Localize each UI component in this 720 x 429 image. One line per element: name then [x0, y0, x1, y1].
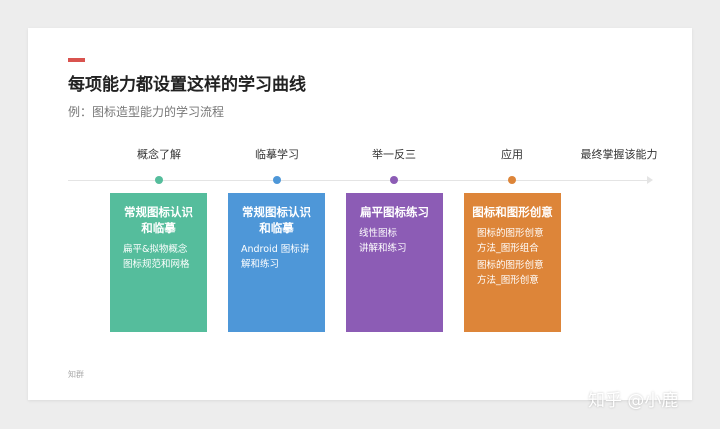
- timeline-dot-2: [273, 176, 281, 184]
- footer-brand: 知群: [68, 370, 84, 379]
- card-item: 讲解和练习: [359, 243, 407, 254]
- card-title: 图标和图形创意: [472, 205, 553, 219]
- stage-label-extend: 举一反三: [372, 148, 416, 161]
- card-title: 常规图标认识: [124, 205, 193, 219]
- card-item: 图标规范和网格: [123, 259, 190, 270]
- card-item: 图标的图形创意: [477, 260, 544, 271]
- card-title: 和临摹: [259, 221, 294, 235]
- title-accent-bar: [68, 58, 85, 62]
- card-title: 常规图标认识: [242, 205, 311, 219]
- page-title: 每项能力都设置这样的学习曲线: [68, 75, 306, 95]
- stage-label-copy: 临摹学习: [255, 148, 299, 161]
- card-item: 线性图标: [359, 228, 398, 239]
- slide: 每项能力都设置这样的学习曲线 例：图标造型能力的学习流程 概念了解 临摹学习 举…: [28, 28, 692, 400]
- stage-label-concept: 概念了解: [137, 148, 181, 161]
- timeline-dot-1: [155, 176, 163, 184]
- stage-label-master: 最终掌握该能力: [580, 148, 658, 161]
- card-item: 图标的图形创意: [477, 228, 544, 239]
- card-apply: 图标和图形创意 图标的图形创意 方法_图形组合 图标的图形创意 方法_图形创意: [464, 193, 561, 332]
- card-item: 解和练习: [241, 259, 280, 270]
- timeline-arrow-icon: [647, 176, 653, 184]
- card-title: 扁平图标练习: [360, 205, 429, 219]
- timeline-dot-4: [508, 176, 516, 184]
- stage-label-apply: 应用: [501, 148, 523, 161]
- watermark: 知乎 @小鹿: [588, 391, 679, 411]
- card-concept: 常规图标认识 和临摹 扁平&拟物概念 图标规范和网格: [110, 193, 207, 332]
- timeline-dot-3: [390, 176, 398, 184]
- card-item: 方法_图形组合: [477, 243, 539, 254]
- card-item: Android 图标讲: [241, 244, 310, 255]
- card-title: 和临摹: [141, 221, 176, 235]
- page-subtitle: 例：图标造型能力的学习流程: [68, 105, 225, 119]
- card-copy: 常规图标认识 和临摹 Android 图标讲 解和练习: [228, 193, 325, 332]
- card-item: 扁平&拟物概念: [123, 244, 188, 255]
- card-item: 方法_图形创意: [477, 275, 539, 286]
- card-extend: 扁平图标练习 线性图标 讲解和练习: [346, 193, 443, 332]
